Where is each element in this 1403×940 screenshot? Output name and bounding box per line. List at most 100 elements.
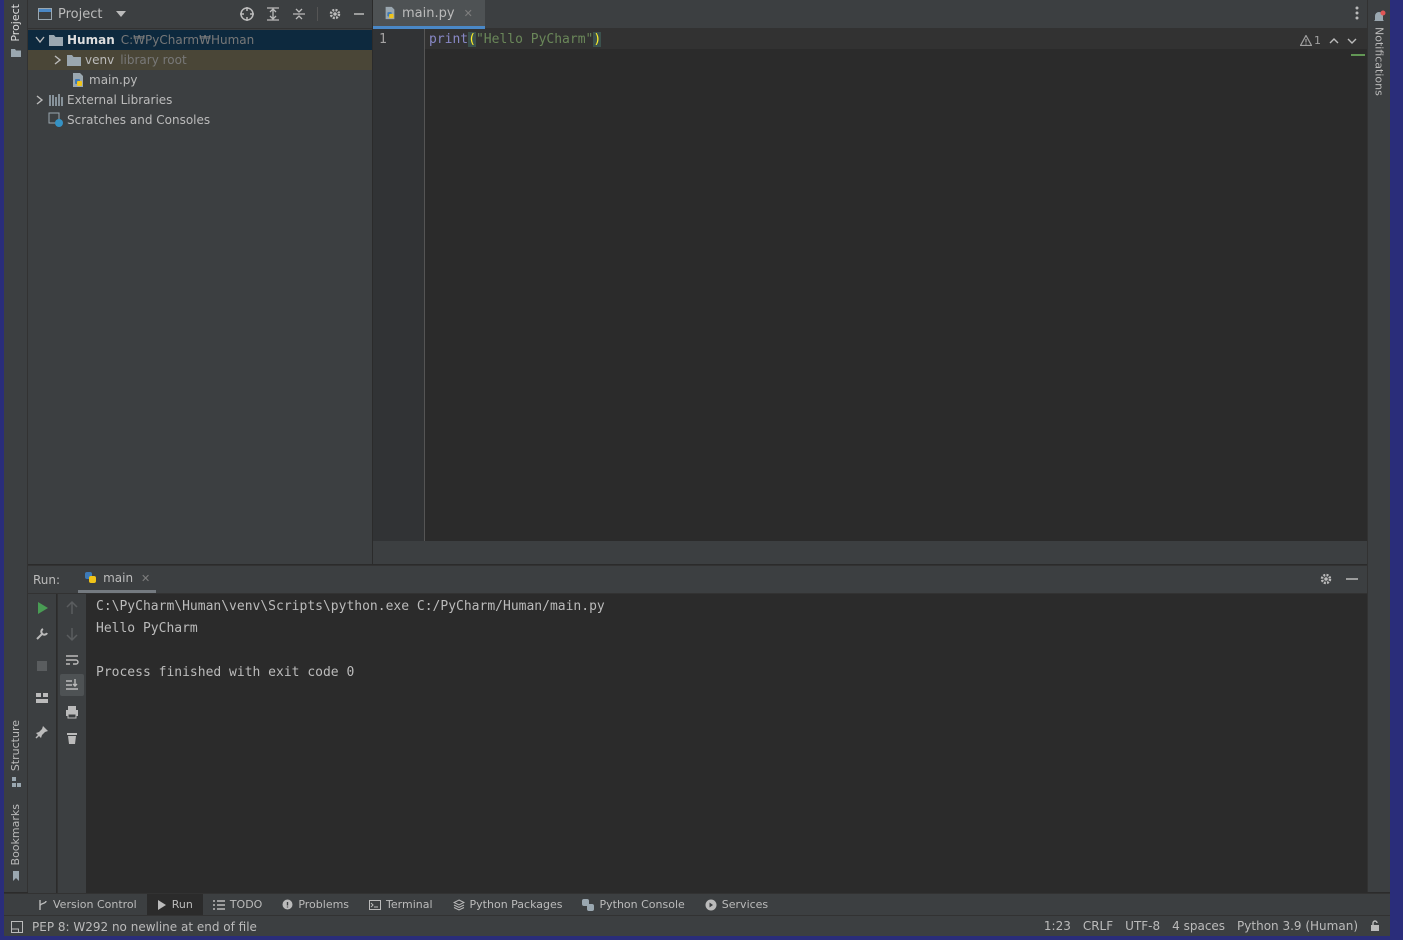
notifications-tool-tab[interactable]: Notifications <box>1368 10 1390 96</box>
trash-icon[interactable] <box>64 730 80 746</box>
tree-item-root[interactable]: Human C:₩PyCharm₩Human <box>28 30 372 50</box>
chevron-down-icon[interactable] <box>116 11 127 17</box>
structure-tool-label: Structure <box>9 720 22 772</box>
code-line-1[interactable]: print("Hello PyCharm") <box>429 32 602 47</box>
tree-item-venv[interactable]: venv library root <box>28 50 372 70</box>
chevron-down-icon[interactable] <box>1347 37 1357 45</box>
layout-icon[interactable] <box>34 690 50 706</box>
chevron-right-icon[interactable] <box>36 95 44 105</box>
soft-wrap-icon[interactable] <box>64 652 80 668</box>
project-view-selector[interactable]: Project <box>58 7 102 22</box>
gear-icon[interactable] <box>328 7 342 21</box>
project-panel-header: Project <box>28 0 372 29</box>
tree-item-scratches[interactable]: Scratches and Consoles <box>28 110 372 130</box>
line-gutter: 1 <box>373 29 425 541</box>
scratches-icon <box>48 112 63 127</box>
todo-button[interactable]: TODO <box>203 894 273 916</box>
scratches-label: Scratches and Consoles <box>67 113 211 127</box>
line-separator[interactable]: CRLF <box>1083 919 1113 933</box>
more-options-icon[interactable] <box>1355 6 1359 20</box>
editor-bottom-area <box>373 541 1367 564</box>
gear-icon[interactable] <box>1319 572 1333 586</box>
pin-icon[interactable] <box>34 724 50 740</box>
rerun-icon[interactable] <box>34 600 50 616</box>
wrench-icon[interactable] <box>34 626 50 642</box>
console-line-output: Hello PyCharm <box>96 621 198 636</box>
python-icon <box>85 572 97 583</box>
error-stripe-mark[interactable] <box>1351 54 1365 56</box>
file-encoding[interactable]: UTF-8 <box>1125 919 1160 933</box>
services-button[interactable]: Services <box>695 894 778 916</box>
project-tool-label: Project <box>9 4 22 42</box>
left-tool-stripe: Project Structure Bookmarks <box>4 0 28 892</box>
folder-icon <box>10 48 21 57</box>
indent-setting[interactable]: 4 spaces <box>1172 919 1225 933</box>
version-control-button[interactable]: Version Control <box>28 894 147 916</box>
print-icon[interactable] <box>64 704 80 720</box>
arrow-up-icon[interactable] <box>64 600 80 616</box>
scroll-to-end-icon <box>66 679 78 690</box>
tab-main-py[interactable]: main.py ✕ <box>373 0 485 29</box>
python-packages-button[interactable]: Python Packages <box>443 894 573 916</box>
list-icon <box>212 899 225 910</box>
minimize-icon[interactable] <box>352 7 366 21</box>
code-paren-open: ( <box>468 32 476 47</box>
play-icon <box>157 899 166 910</box>
python-file-icon <box>385 6 395 20</box>
main-py-name: main.py <box>89 73 138 87</box>
structure-tool-tab[interactable]: Structure <box>4 720 27 788</box>
terminal-label: Terminal <box>386 898 433 911</box>
stop-icon[interactable] <box>34 658 50 674</box>
python-console-label: Python Console <box>599 898 685 911</box>
bookmarks-tool-tab[interactable]: Bookmarks <box>4 804 27 882</box>
version-control-label: Version Control <box>53 898 137 911</box>
branch-icon <box>39 899 47 910</box>
chevron-down-icon[interactable] <box>35 36 45 44</box>
line-number: 1 <box>379 32 387 47</box>
problems-button[interactable]: Problems <box>272 894 359 916</box>
editor-tab-bar: main.py ✕ <box>373 0 1367 29</box>
inspection-widget[interactable]: 1 <box>1300 34 1357 47</box>
venv-folder-name: venv <box>85 53 115 67</box>
project-tool-tab[interactable]: Project <box>4 4 27 59</box>
locate-icon[interactable] <box>239 6 255 22</box>
run-label: Run <box>171 898 193 911</box>
run-button[interactable]: Run <box>146 893 203 916</box>
code-string: "Hello PyCharm" <box>475 32 594 47</box>
status-bar: PEP 8: W292 no newline at end of file 1:… <box>4 915 1390 936</box>
chevron-up-icon[interactable] <box>1329 37 1339 45</box>
chevron-right-icon[interactable] <box>54 55 62 65</box>
caret-position[interactable]: 1:23 <box>1044 919 1071 933</box>
terminal-button[interactable]: Terminal <box>359 894 443 916</box>
services-label: Services <box>721 898 769 911</box>
unlock-icon[interactable] <box>1370 920 1380 932</box>
console-output[interactable]: C:\PyCharm\Human\venv\Scripts\python.exe… <box>96 596 605 684</box>
tree-item-external-libraries[interactable]: External Libraries <box>28 90 372 110</box>
tree-item-main-py[interactable]: main.py <box>28 70 372 90</box>
python-file-icon <box>73 73 83 87</box>
collapse-all-icon[interactable] <box>291 6 307 22</box>
services-icon <box>705 899 717 910</box>
problems-label: Problems <box>298 898 350 911</box>
root-folder-path: C:₩PyCharm₩Human <box>120 33 255 47</box>
scroll-to-end-toggle[interactable] <box>60 674 84 696</box>
layers-icon <box>452 898 465 911</box>
code-paren-close: ) <box>593 32 602 47</box>
run-toolbar-secondary <box>57 594 86 893</box>
python-console-button[interactable]: Python Console <box>572 894 694 916</box>
bell-icon <box>1374 10 1386 21</box>
run-panel-header: Run: main ✕ <box>28 566 1367 594</box>
close-icon[interactable]: ✕ <box>141 572 150 585</box>
arrow-down-icon[interactable] <box>64 626 80 642</box>
folder-icon <box>67 55 81 66</box>
minimize-icon[interactable] <box>1345 572 1359 586</box>
python-packages-label: Python Packages <box>469 898 563 911</box>
terminal-icon <box>369 899 382 910</box>
run-tab-main[interactable]: main ✕ <box>78 567 157 593</box>
python-interpreter[interactable]: Python 3.9 (Human) <box>1237 919 1358 933</box>
status-message[interactable]: PEP 8: W292 no newline at end of file <box>32 920 257 934</box>
tool-windows-toggle-icon[interactable] <box>11 920 23 933</box>
close-icon[interactable]: ✕ <box>464 7 473 20</box>
expand-all-icon[interactable] <box>265 6 281 22</box>
